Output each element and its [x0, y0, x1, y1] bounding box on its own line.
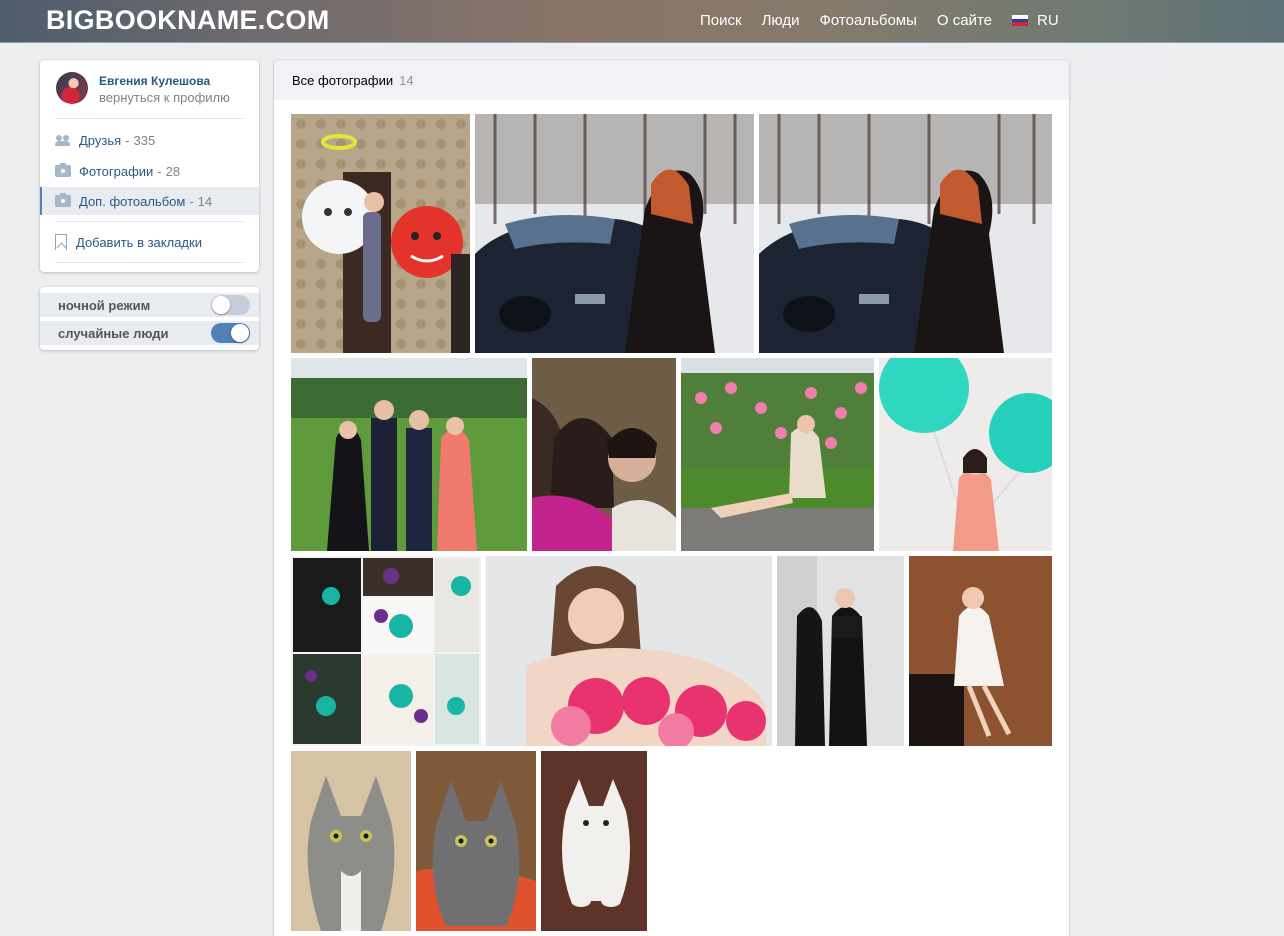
photo-thumbnail[interactable] [291, 358, 527, 551]
camera-icon [55, 193, 71, 207]
photo-woman-black-dress-mirror [777, 556, 904, 746]
menu-item-label: Доп. фотоальбом [79, 193, 186, 209]
album-panel: Все фотографии 14 [274, 60, 1069, 936]
toggle-knob [231, 324, 249, 342]
menu-item-count: 28 [165, 163, 181, 179]
photo-woman-balloons [879, 358, 1052, 551]
friends-icon [55, 134, 71, 146]
photo-thumbnail[interactable] [759, 114, 1052, 353]
divider [55, 262, 244, 263]
photo-kitten-grey [291, 751, 411, 931]
photo-thumbnail[interactable] [416, 751, 536, 931]
photo-thumbnail[interactable] [541, 751, 647, 931]
language-selector[interactable]: RU [1012, 12, 1059, 29]
menu-item-friends[interactable]: Друзья - 335 [40, 126, 259, 154]
menu-item-label: Фотографии [79, 163, 154, 179]
photo-woman-flowers [681, 358, 874, 551]
photo-woman-by-car-winter [475, 114, 754, 353]
menu-item-label: Друзья [79, 132, 122, 148]
nav-search[interactable]: Поиск [700, 12, 742, 29]
right-column-placeholder [1080, 60, 1170, 80]
bookmark-label: Добавить в закладки [76, 234, 202, 250]
add-bookmark-button[interactable]: Добавить в закладки [40, 228, 259, 256]
nav-about[interactable]: О сайте [937, 12, 992, 29]
photo-thumbnail[interactable] [291, 751, 411, 931]
photo-peacock-collage [291, 556, 481, 746]
back-to-profile-link[interactable]: вернуться к профилю [99, 90, 230, 105]
menu-item-count: 14 [197, 193, 213, 209]
photo-woman-peonies [486, 556, 772, 746]
language-code: RU [1037, 12, 1059, 29]
random-people-row: случайные люди [40, 321, 259, 345]
camera-icon [55, 163, 71, 177]
photo-kitten-on-blanket [416, 751, 536, 931]
photo-thumbnail[interactable] [681, 358, 874, 551]
photo-woman-white-dress [909, 556, 1052, 746]
photo-count: 14 [399, 72, 414, 88]
photo-thumbnail[interactable] [909, 556, 1052, 746]
photo-thumbnail[interactable] [291, 556, 481, 746]
night-mode-toggle[interactable] [211, 295, 250, 315]
photo-group-park [291, 358, 527, 551]
album-tabs: Все фотографии 14 [274, 60, 1069, 100]
night-mode-row: ночной режим [40, 293, 259, 317]
random-people-toggle[interactable] [211, 323, 250, 343]
menu-item-extra-album[interactable]: Доп. фотоальбом - 14 [40, 187, 259, 215]
photo-thumbnail[interactable] [532, 358, 676, 551]
photo-kitten-white [541, 751, 647, 931]
profile-name[interactable]: Евгения Кулешова [99, 74, 210, 88]
photo-woman-by-car-winter-2 [759, 114, 1052, 353]
bookmark-icon [55, 234, 67, 250]
photo-thumbnail[interactable] [475, 114, 754, 353]
settings-switches-card: ночной режим случайные люди [40, 287, 259, 350]
random-people-label: случайные люди [58, 325, 169, 341]
menu-item-photos[interactable]: Фотографии - 28 [40, 157, 259, 185]
photo-balloons-angel-devil [291, 114, 470, 353]
divider [55, 118, 244, 119]
toggle-knob [212, 296, 230, 314]
night-mode-label: ночной режим [58, 297, 151, 313]
russian-flag-icon [1012, 15, 1028, 27]
profile-menu-card: Евгения Кулешова вернуться к профилю Дру… [40, 60, 259, 272]
nav-people[interactable]: Люди [762, 12, 800, 29]
menu-item-count: 335 [133, 132, 156, 148]
top-nav: Поиск Люди Фотоальбомы О сайте RU [690, 12, 1059, 29]
avatar[interactable] [56, 72, 88, 104]
site-logo[interactable]: BIGBOOKNAME.COM [46, 5, 330, 36]
photo-thumbnail[interactable] [486, 556, 772, 746]
photo-couple-selfie [532, 358, 676, 551]
top-header: BIGBOOKNAME.COM Поиск Люди Фотоальбомы О… [0, 0, 1284, 43]
photo-thumbnail[interactable] [879, 358, 1052, 551]
nav-photoalbums[interactable]: Фотоальбомы [819, 12, 916, 29]
photo-thumbnail[interactable] [777, 556, 904, 746]
photo-thumbnail[interactable] [291, 114, 470, 353]
tab-all-photos[interactable]: Все фотографии [292, 73, 393, 88]
divider [55, 221, 244, 222]
